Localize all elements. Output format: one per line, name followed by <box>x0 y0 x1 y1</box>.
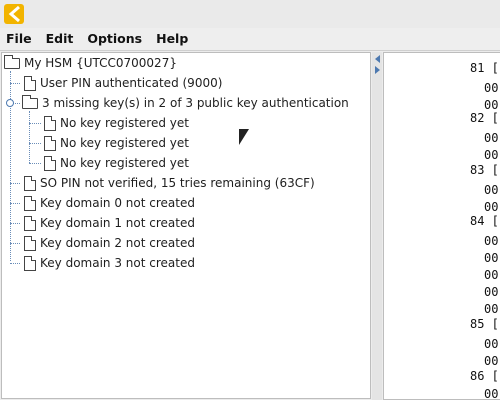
hex-line: 00 <box>484 98 499 112</box>
tree-connector <box>10 263 20 264</box>
tree-connector <box>10 243 20 244</box>
tree-item-key-slot-3[interactable]: No key registered yet <box>44 153 189 173</box>
hex-line: 00 <box>484 183 499 197</box>
title-bar <box>0 0 500 28</box>
tree-item-key-slot-2[interactable]: No key registered yet <box>44 133 189 153</box>
hex-line: 86 [ <box>470 369 499 383</box>
tree-connector <box>10 203 20 204</box>
hex-line: 84 [ <box>470 214 499 228</box>
tree-connector <box>10 183 20 184</box>
document-icon <box>24 195 36 211</box>
tree-item-key-slot-1[interactable]: No key registered yet <box>44 113 189 133</box>
tree-item-so-pin[interactable]: SO PIN not verified, 15 tries remaining … <box>24 173 315 193</box>
menu-edit[interactable]: Edit <box>40 28 82 50</box>
hex-line: 83 [ <box>470 163 499 177</box>
hex-line: 00 <box>484 251 499 265</box>
mouse-pointer-icon <box>239 129 249 145</box>
tree-item-missing-keys[interactable]: 3 missing key(s) in 2 of 3 public key au… <box>22 93 349 113</box>
hex-line: 00 <box>484 200 499 214</box>
tree-item-key-domain-3[interactable]: Key domain 3 not created <box>24 253 195 273</box>
document-icon <box>24 255 36 271</box>
tree-connector <box>10 83 20 84</box>
hex-line: 00 <box>484 81 499 95</box>
document-icon <box>24 75 36 91</box>
tree-connector <box>29 111 30 163</box>
hex-dump-panel[interactable]: 81 [ 00 00 82 [ 00 00 83 [ 00 00 84 [ 00… <box>383 52 500 400</box>
folder-icon <box>4 54 20 69</box>
hsm-tree-panel[interactable]: My HSM {UTCC0700027} User PIN authentica… <box>1 52 371 399</box>
tree-connector <box>29 143 41 144</box>
tree-connector <box>29 163 41 164</box>
app-logo-icon[interactable] <box>4 4 24 24</box>
collapse-toggle-icon[interactable] <box>6 99 14 107</box>
collapse-right-arrow-icon[interactable] <box>375 66 380 74</box>
tree-root[interactable]: My HSM {UTCC0700027} <box>4 53 177 73</box>
document-icon <box>24 235 36 251</box>
tree-item-user-pin[interactable]: User PIN authenticated (9000) <box>24 73 222 93</box>
tree-connector <box>10 223 20 224</box>
hex-line: 81 [ <box>470 61 499 75</box>
menu-options[interactable]: Options <box>81 28 150 50</box>
document-icon <box>44 155 56 171</box>
document-icon <box>44 115 56 131</box>
menu-help[interactable]: Help <box>150 28 196 50</box>
split-pane-divider[interactable] <box>372 52 382 400</box>
hex-line: 00 <box>484 234 499 248</box>
document-icon <box>24 175 36 191</box>
hex-line: 00 <box>484 387 499 400</box>
tree-item-key-domain-0[interactable]: Key domain 0 not created <box>24 193 195 213</box>
hex-line: 82 [ <box>470 111 499 125</box>
hex-line: 00 <box>484 285 499 299</box>
document-icon <box>44 135 56 151</box>
tree-item-key-domain-1[interactable]: Key domain 1 not created <box>24 213 195 233</box>
hex-line: 00 <box>484 354 499 368</box>
hex-line: 00 <box>484 337 499 351</box>
hex-line: 00 <box>484 131 499 145</box>
hex-line: 00 <box>484 268 499 282</box>
document-icon <box>24 215 36 231</box>
tree-item-key-domain-2[interactable]: Key domain 2 not created <box>24 233 195 253</box>
tree-connector <box>29 123 41 124</box>
collapse-left-arrow-icon[interactable] <box>375 55 380 63</box>
hex-line: 85 [ <box>470 317 499 331</box>
hex-line: 00 <box>484 302 499 316</box>
menu-file[interactable]: File <box>0 28 40 50</box>
folder-icon <box>22 94 38 109</box>
menu-bar: File Edit Options Help <box>0 28 500 51</box>
hex-line: 00 <box>484 148 499 162</box>
